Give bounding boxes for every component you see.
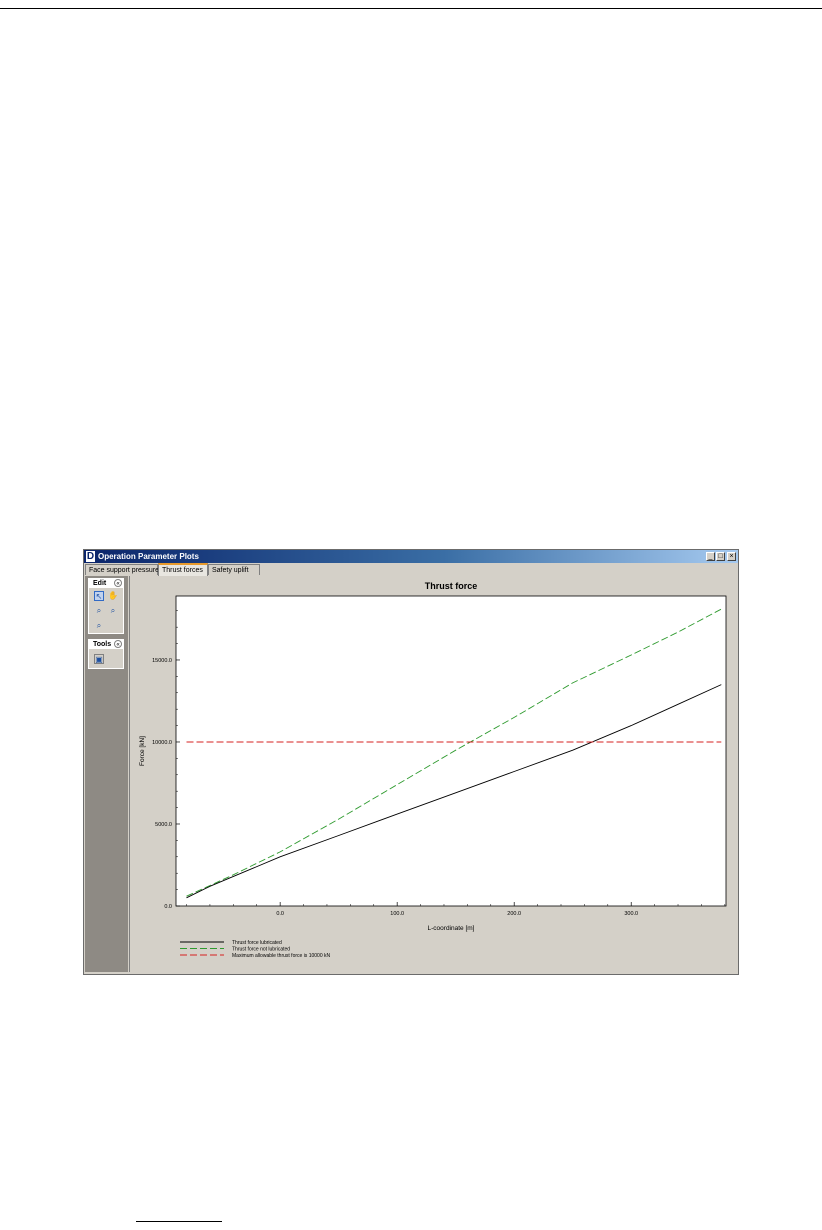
footnote-rule bbox=[136, 1221, 222, 1222]
edit-panel: Edit « ↖ ✋ ⌕ ⌕ ⌕ bbox=[88, 578, 124, 634]
y-tick-label: 0.0 bbox=[164, 904, 172, 910]
y-tick-label: 5000.0 bbox=[155, 822, 172, 828]
app-icon: D bbox=[86, 551, 95, 562]
legend-label-2: Thrust force not lubricated bbox=[232, 946, 290, 952]
chart-area: Thrust force 0.0 5000.0 10000.0 15000.0 0.0 1… bbox=[129, 576, 737, 972]
window-titlebar[interactable]: D Operation Parameter Plots _ □ × bbox=[84, 550, 738, 563]
y-axis-label: Force [kN] bbox=[139, 736, 146, 766]
page-top-rule bbox=[0, 8, 822, 9]
y-tick-label: 15000.0 bbox=[152, 658, 172, 664]
edit-panel-header: Edit « bbox=[89, 579, 123, 588]
select-arrow-icon[interactable]: ↖ bbox=[94, 591, 104, 601]
edit-panel-collapse-icon[interactable]: « bbox=[114, 579, 122, 587]
plot-area bbox=[175, 595, 727, 907]
thrust-force-chart: Thrust force 0.0 5000.0 10000.0 15000.0 0.0 1… bbox=[139, 581, 727, 959]
export-icon[interactable]: ▣ bbox=[94, 654, 104, 664]
x-tick-label: 300.0 bbox=[624, 911, 638, 917]
pan-hand-icon[interactable]: ✋ bbox=[108, 591, 118, 601]
chart-legend: Thrust force lubricatedThrust force not … bbox=[180, 940, 330, 959]
zoom-reset-icon[interactable]: ⌕ bbox=[94, 621, 104, 631]
legend-label-1: Thrust force lubricated bbox=[232, 940, 282, 946]
minimize-button[interactable]: _ bbox=[706, 552, 715, 561]
legend-label-3: Maximum allowable thrust force is 10000 … bbox=[232, 953, 330, 959]
sidebar: Edit « ↖ ✋ ⌕ ⌕ ⌕ Tools « ▣ bbox=[85, 576, 128, 972]
tools-panel-collapse-icon[interactable]: « bbox=[114, 640, 122, 648]
operation-parameter-plots-window: D Operation Parameter Plots _ □ × Face s… bbox=[83, 549, 739, 975]
tab-bar: Face support pressure Thrust forces Safe… bbox=[84, 563, 738, 576]
maximize-button[interactable]: □ bbox=[716, 552, 725, 561]
x-tick-label: 0.0 bbox=[276, 911, 284, 917]
zoom-in-icon[interactable]: ⌕ bbox=[94, 606, 104, 616]
tab-thrust-forces[interactable]: Thrust forces bbox=[158, 563, 208, 576]
zoom-out-icon[interactable]: ⌕ bbox=[108, 606, 118, 616]
chart-title: Thrust force bbox=[425, 581, 478, 591]
close-button[interactable]: × bbox=[727, 552, 736, 561]
x-axis-label: L-coordinate [m] bbox=[428, 925, 475, 932]
x-tick-label: 200.0 bbox=[507, 911, 521, 917]
tab-safety-uplift[interactable]: Safety uplift bbox=[208, 564, 260, 575]
y-tick-label: 10000.0 bbox=[152, 740, 172, 746]
tools-panel-header: Tools « bbox=[89, 640, 123, 649]
edit-panel-title: Edit bbox=[93, 580, 107, 587]
tab-face-support-pressure[interactable]: Face support pressure bbox=[85, 564, 159, 575]
tools-panel-title: Tools bbox=[93, 641, 112, 648]
tools-panel: Tools « ▣ bbox=[88, 639, 124, 669]
x-tick-label: 100.0 bbox=[390, 911, 404, 917]
window-title: Operation Parameter Plots bbox=[98, 552, 199, 561]
